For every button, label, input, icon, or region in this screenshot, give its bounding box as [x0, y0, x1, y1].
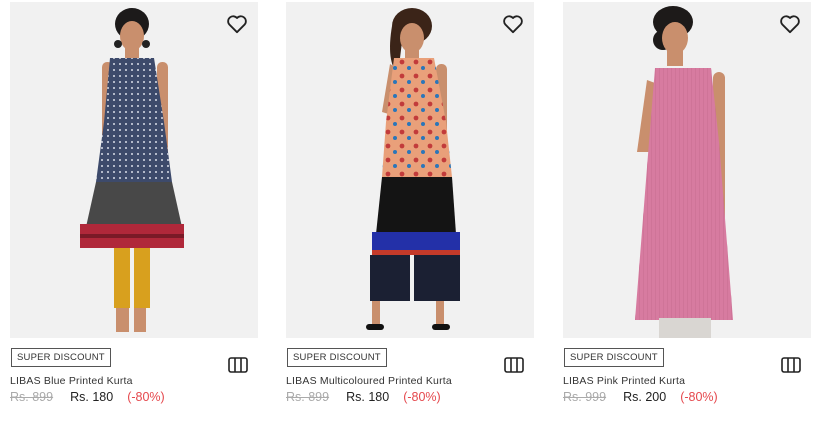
original-price: Rs. 899	[286, 390, 330, 404]
original-price: Rs. 999	[563, 390, 607, 404]
super-discount-badge: SUPER DISCOUNT	[564, 348, 664, 367]
original-price: Rs. 899	[10, 390, 54, 404]
product-image[interactable]	[563, 2, 811, 338]
product-image[interactable]	[10, 2, 258, 338]
discount-percent: (-80%)	[127, 390, 165, 404]
product-image[interactable]	[286, 2, 534, 338]
super-discount-badge: SUPER DISCOUNT	[11, 348, 111, 367]
compare-icon[interactable]	[781, 357, 801, 373]
heart-outline-icon[interactable]	[779, 14, 801, 34]
product-card[interactable]: SUPER DISCOUNT LIBAS Blue Printed Kurta …	[10, 0, 258, 425]
product-card[interactable]: SUPER DISCOUNT LIBAS Pink Printed Kurta …	[563, 0, 811, 425]
product-title[interactable]: LIBAS Blue Printed Kurta	[10, 375, 133, 387]
compare-icon[interactable]	[504, 357, 524, 373]
discount-percent: (-80%)	[680, 390, 718, 404]
super-discount-badge: SUPER DISCOUNT	[287, 348, 387, 367]
discount-percent: (-80%)	[403, 390, 441, 404]
heart-outline-icon[interactable]	[226, 14, 248, 34]
price-row: Rs. 899 Rs. 180 (-80%)	[10, 390, 165, 404]
sale-price: Rs. 180	[70, 390, 114, 404]
heart-outline-icon[interactable]	[502, 14, 524, 34]
price-row: Rs. 999 Rs. 200 (-80%)	[563, 390, 718, 404]
compare-icon[interactable]	[228, 357, 248, 373]
sale-price: Rs. 180	[346, 390, 390, 404]
sale-price: Rs. 200	[623, 390, 667, 404]
product-title[interactable]: LIBAS Multicoloured Printed Kurta	[286, 375, 452, 387]
price-row: Rs. 899 Rs. 180 (-80%)	[286, 390, 441, 404]
product-card[interactable]: SUPER DISCOUNT LIBAS Multicoloured Print…	[286, 0, 534, 425]
product-title[interactable]: LIBAS Pink Printed Kurta	[563, 375, 685, 387]
